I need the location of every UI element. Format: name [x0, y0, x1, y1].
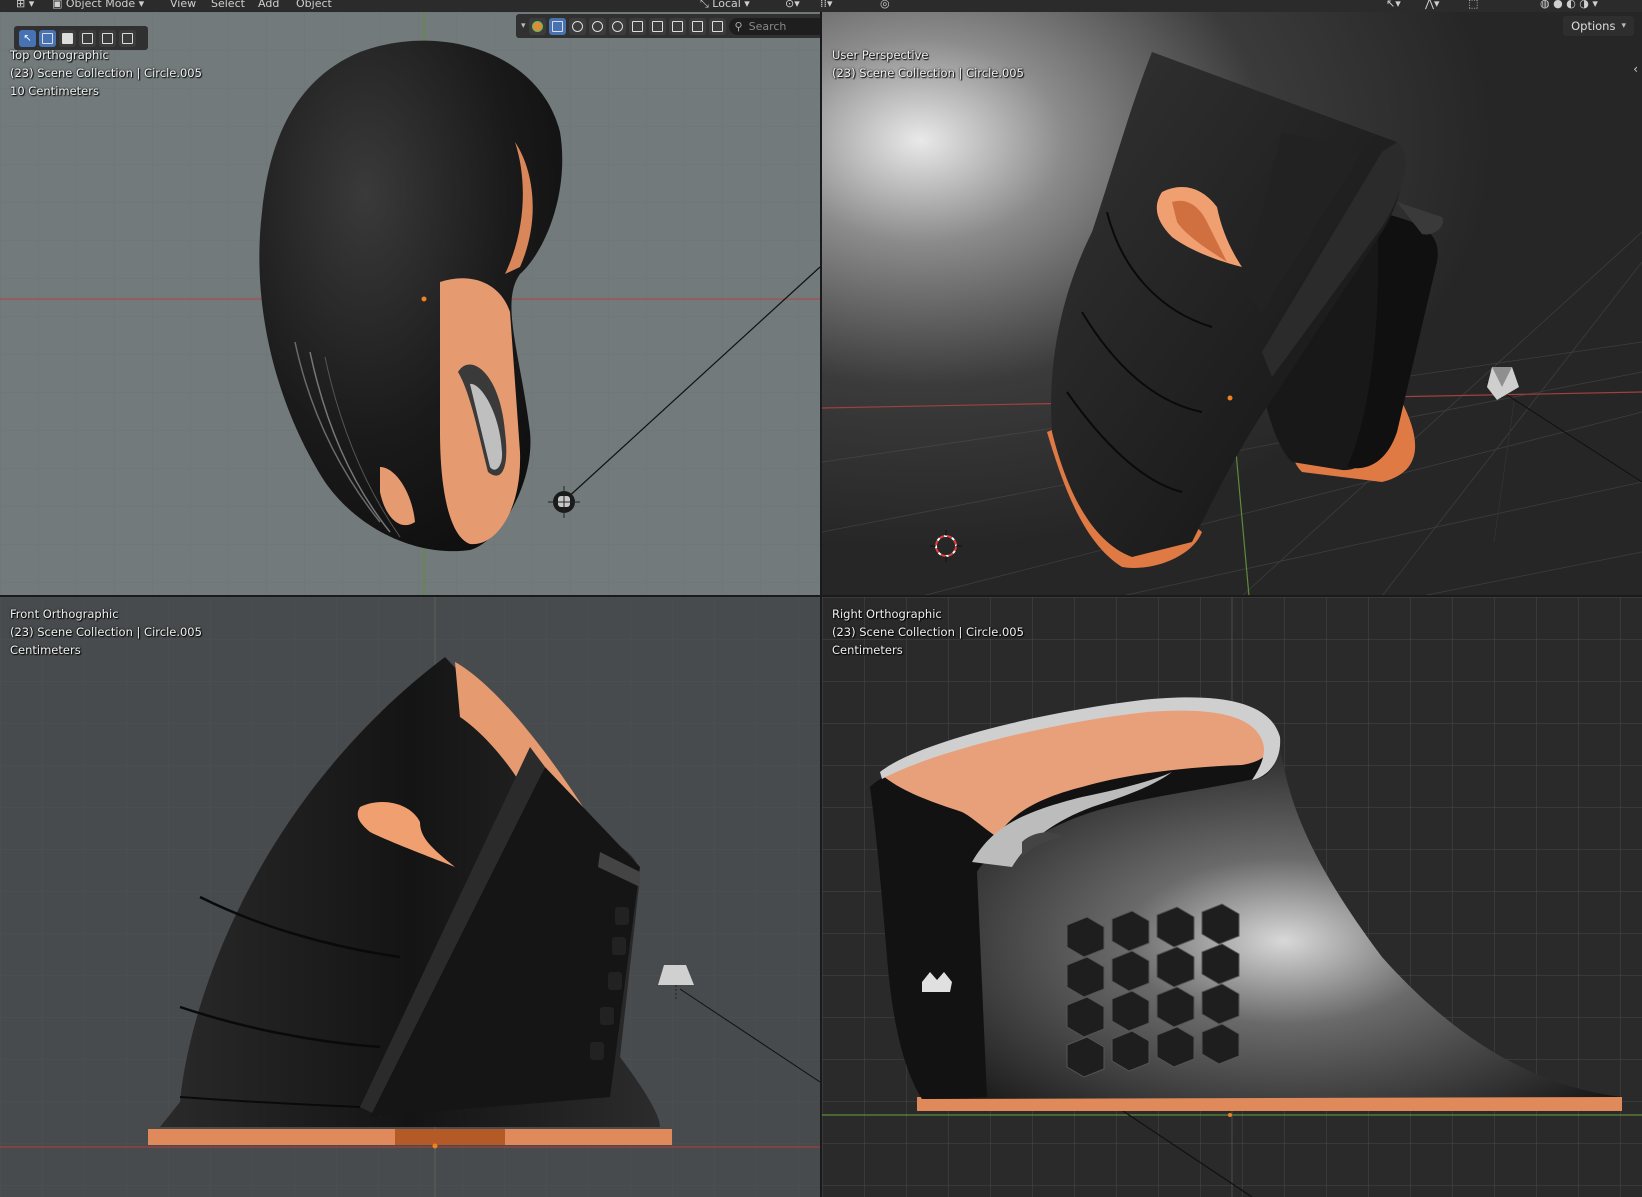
select-box-extend-button[interactable] [59, 29, 76, 47]
display-mode-icon[interactable] [528, 17, 546, 35]
object-origin [421, 296, 427, 302]
viewport-top-canvas [0, 12, 820, 596]
filter-paste-icon[interactable] [668, 17, 686, 35]
select-box-subtract-button[interactable] [79, 29, 96, 47]
options-label: Options [1571, 19, 1616, 33]
viewport-front-canvas [0, 597, 820, 1197]
menu-add[interactable]: Add [258, 0, 279, 10]
object-origin [1227, 395, 1233, 401]
transform-orientation-dropdown[interactable]: ⤡ Local ▾ [700, 0, 750, 11]
tweak-tool-button[interactable]: ↖ [19, 29, 36, 47]
shading-mode-icons[interactable]: ◍ ● ◐ ◑ ▾ [1540, 0, 1598, 10]
orientation-label: Local [712, 0, 741, 10]
mode-label: Object Mode [65, 0, 136, 10]
viewport-right-canvas [822, 597, 1642, 1197]
xray-icon[interactable]: ⬚ [1468, 0, 1478, 10]
select-box-invert-button[interactable] [99, 29, 116, 47]
filter-scene-icon[interactable] [628, 17, 646, 35]
viewport-right-orthographic[interactable]: Right Orthographic (23) Scene Collection… [822, 597, 1642, 1197]
filter-lights-icon[interactable] [588, 17, 606, 35]
filter-selectable-icon[interactable] [548, 17, 566, 35]
search-icon: ⚲ [734, 19, 743, 33]
viewport-user-perspective[interactable]: User Perspective (23) Scene Collection |… [822, 12, 1642, 596]
overlay-icon[interactable]: ⋀▾ [1425, 0, 1440, 10]
viewport-top-orthographic[interactable]: ↖ Top Orthographic (23) Scene Collection… [0, 12, 820, 596]
menu-select[interactable]: Select [211, 0, 245, 10]
filter-world-icon[interactable] [608, 17, 626, 35]
object-origin [432, 1143, 438, 1149]
mode-dropdown[interactable]: ▣ Object Mode ▾ [52, 0, 144, 10]
sidebar-toggle-icon[interactable]: ‹ [1633, 62, 1638, 76]
pivot-icon[interactable]: ⊙▾ [785, 0, 800, 10]
top-menu-bar: ⊞ ▾ ▣ Object Mode ▾ View Select Add Obje… [0, 0, 1642, 12]
menu-view[interactable]: View [170, 0, 196, 10]
viewport-perspective-canvas [822, 12, 1642, 596]
select-box-new-button[interactable] [39, 29, 56, 47]
viewport-front-orthographic[interactable]: Front Orthographic (23) Scene Collection… [0, 597, 820, 1197]
select-mode-toolbar: ↖ [14, 26, 148, 50]
chevron-down-icon[interactable]: ▾ [521, 21, 526, 31]
snap-icon[interactable]: ⁞⁞▾ [820, 0, 833, 10]
options-dropdown[interactable]: Options ▾ [1563, 16, 1634, 36]
filter-copy-icon[interactable] [648, 17, 666, 35]
proportional-edit-icon[interactable]: ◎ [880, 0, 890, 10]
gizmo-icon[interactable]: ↖▾ [1386, 0, 1401, 10]
horizontal-area-divider[interactable] [0, 595, 1642, 597]
chevron-down-icon: ▾ [1621, 21, 1626, 31]
filter-link-icon[interactable] [708, 17, 726, 35]
filter-sphere-icon[interactable] [568, 17, 586, 35]
object-origin [1228, 1113, 1232, 1117]
filter-list-icon[interactable] [688, 17, 706, 35]
editor-type-icon[interactable]: ⊞ ▾ [16, 0, 34, 10]
select-box-intersect-button[interactable] [119, 29, 136, 47]
menu-object[interactable]: Object [296, 0, 332, 10]
vertical-area-divider[interactable] [820, 12, 822, 1197]
